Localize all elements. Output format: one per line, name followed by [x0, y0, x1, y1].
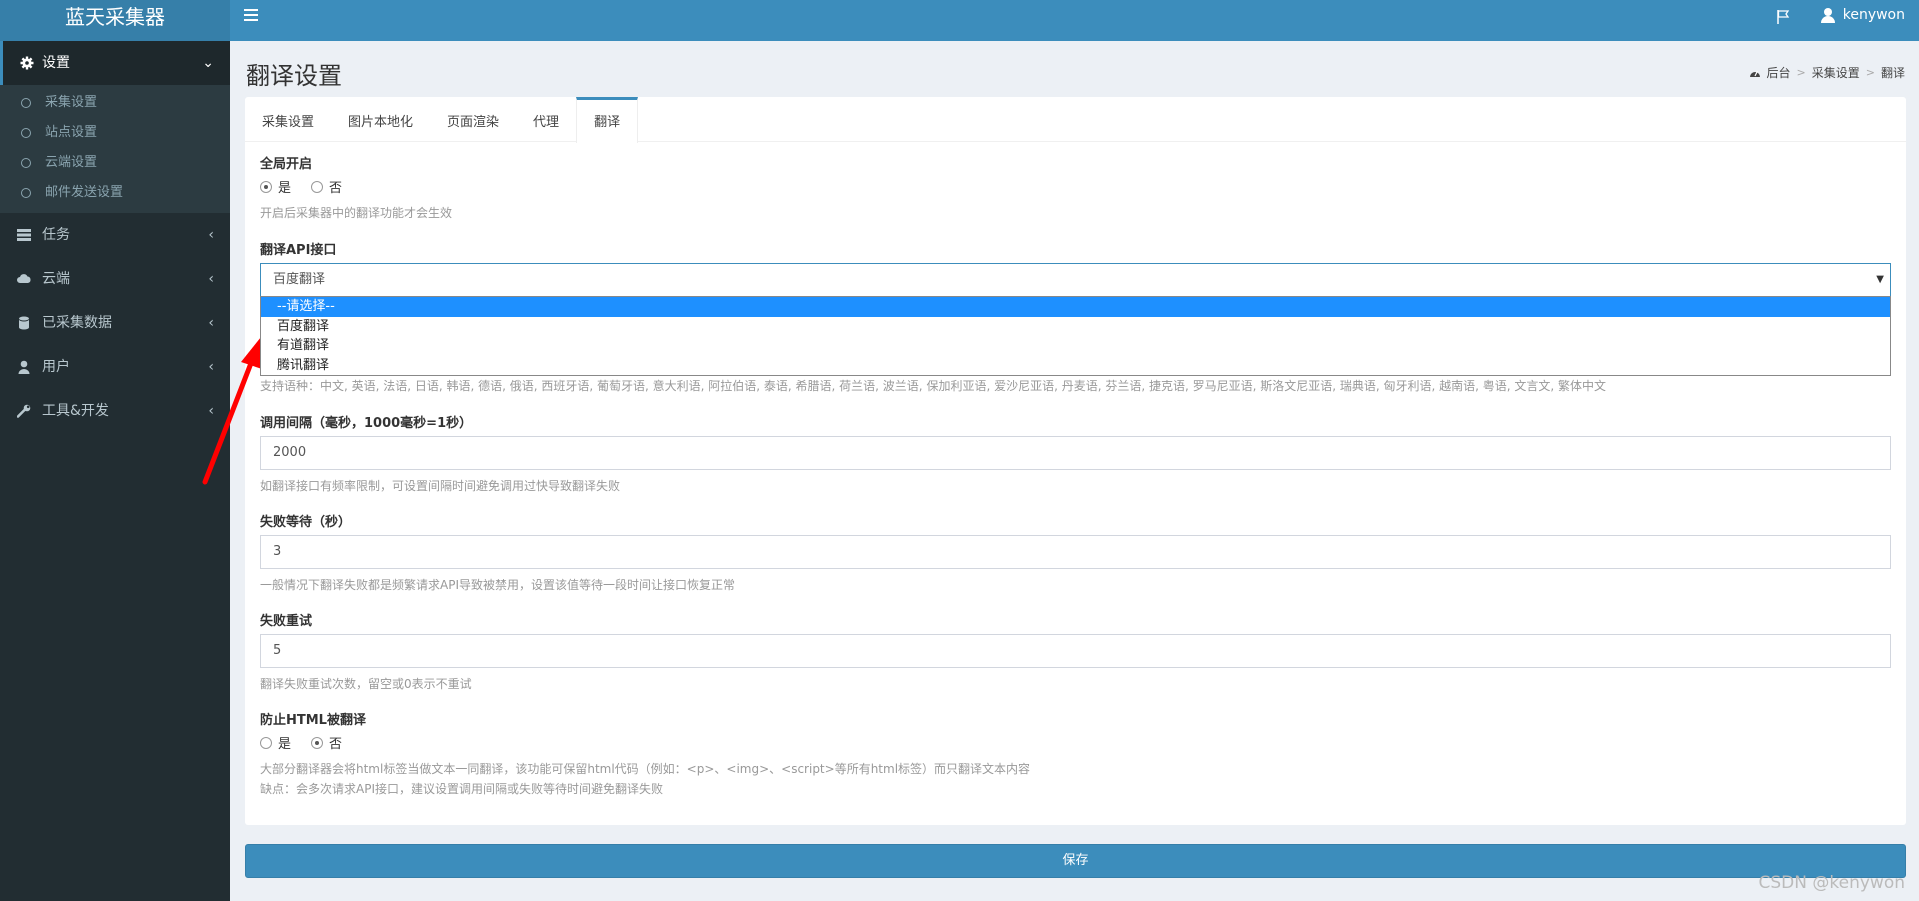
sidebar-item-label: 用户 — [42, 359, 70, 375]
html-protect-no-radio[interactable] — [311, 736, 324, 749]
fail-wait-input[interactable]: 3 — [260, 535, 1891, 569]
global-enable-label: 全局开启 — [260, 157, 313, 172]
flag-icon[interactable] — [1775, 9, 1791, 25]
retry-help: 翻译失败重试次数，留空或0表示不重试 — [260, 677, 472, 691]
breadcrumb-home[interactable]: 后台 — [1767, 64, 1791, 81]
tab-bar: 采集设置 图片本地化 页面渲染 代理 翻译 — [245, 97, 1906, 143]
dropdown-option[interactable]: 有道翻译 — [261, 336, 1890, 356]
database-icon — [19, 316, 29, 330]
radio-label: 否 — [329, 737, 343, 752]
watermark: CSDN @kenywon — [1758, 873, 1905, 893]
sidebar-item-label: 云端 — [42, 271, 70, 287]
languages-help: 支持语种：中文, 英语, 法语, 日语, 韩语, 德语, 俄语, 西班牙语, 葡… — [260, 379, 1606, 393]
breadcrumb: 后台 > 采集设置 > 翻译 — [1749, 64, 1905, 81]
top-navbar: kenywon — [230, 0, 1919, 41]
tab-proxy[interactable]: 代理 — [516, 97, 576, 142]
settings-panel: 采集设置 图片本地化 页面渲染 代理 翻译 全局开启 是 否 开启后采集器中的翻… — [245, 97, 1906, 825]
sidebar-item-tasks[interactable]: 任务 ‹ — [0, 213, 230, 257]
wrench-icon — [17, 404, 31, 418]
interval-help: 如翻译接口有频率限制，可设置间隔时间避免调用过快导致翻译失败 — [260, 479, 621, 493]
dashboard-icon — [1749, 70, 1760, 77]
user-menu[interactable]: kenywon — [1820, 7, 1905, 23]
dropdown-arrow-icon: ▼ — [1876, 274, 1884, 285]
circle-icon — [21, 98, 31, 108]
sidebar-item-settings[interactable]: 设置 ⌄ — [0, 41, 230, 85]
global-enable-no-radio[interactable] — [311, 180, 324, 193]
save-button[interactable]: 保存 — [245, 844, 1906, 878]
global-enable-yes-radio[interactable] — [260, 180, 272, 193]
submenu-item-collect-settings[interactable]: 采集设置 — [0, 88, 230, 118]
fail-wait-help: 一般情况下翻译失败都是频繁请求API导致被禁用，设置该值等待一段时间让接口恢复正… — [260, 578, 735, 592]
breadcrumb-collect-settings[interactable]: 采集设置 — [1812, 64, 1860, 81]
api-select-value: 百度翻译 — [273, 272, 326, 287]
api-select[interactable]: 百度翻译 ▼ — [260, 263, 1891, 297]
tasks-icon — [17, 229, 31, 241]
global-enable-radios: 是 否 — [260, 177, 356, 196]
circle-icon — [21, 158, 31, 168]
dropdown-option[interactable]: 百度翻译 — [261, 317, 1890, 337]
tab-collect-settings[interactable]: 采集设置 — [245, 97, 331, 142]
chevron-left-icon: ‹ — [208, 271, 214, 287]
settings-submenu: 采集设置 站点设置 云端设置 邮件发送设置 — [0, 85, 230, 213]
breadcrumb-current: 翻译 — [1880, 66, 1905, 80]
html-protect-drawback: 缺点：会多次请求API接口，建议设置调用间隔或失败等待时间避免翻译失败 — [260, 782, 663, 796]
interval-input[interactable]: 2000 — [260, 436, 1891, 470]
breadcrumb-separator: > — [1796, 66, 1806, 79]
submenu-item-cloud-settings[interactable]: 云端设置 — [0, 148, 230, 178]
menu-toggle-icon[interactable] — [244, 9, 258, 21]
cloud-icon — [17, 274, 31, 283]
tab-translate[interactable]: 翻译 — [576, 97, 639, 143]
dropdown-option[interactable]: 腾讯翻译 — [261, 356, 1890, 376]
breadcrumb-separator: > — [1865, 66, 1875, 79]
circle-icon — [21, 128, 31, 138]
user-icon — [1820, 7, 1835, 23]
html-protect-label: 防止HTML被翻译 — [260, 713, 366, 728]
interval-label: 调用间隔（毫秒，1000毫秒=1秒） — [260, 416, 473, 431]
fail-wait-label: 失败等待（秒） — [260, 515, 352, 530]
sidebar-item-label: 工具&开发 — [42, 403, 109, 419]
circle-icon — [21, 188, 31, 198]
dropdown-option[interactable]: --请选择-- — [261, 297, 1890, 317]
page-title: 翻译设置 — [246, 62, 342, 90]
sidebar-item-label: 设置 — [42, 55, 70, 71]
html-protect-help: 大部分翻译器会将html标签当做文本一同翻译，该功能可保留html代码（例如：<… — [260, 762, 1031, 776]
username: kenywon — [1842, 7, 1905, 23]
global-enable-help: 开启后采集器中的翻译功能才会生效 — [260, 206, 453, 220]
retry-label: 失败重试 — [260, 614, 313, 629]
api-dropdown-list: --请选择-- 百度翻译 有道翻译 腾讯翻译 — [260, 296, 1891, 376]
sidebar-item-cloud[interactable]: 云端 ‹ — [0, 257, 230, 301]
sidebar-item-label: 任务 — [42, 227, 70, 243]
tab-image-localization[interactable]: 图片本地化 — [331, 97, 430, 142]
html-protect-yes-radio[interactable] — [260, 736, 272, 749]
radio-label: 是 — [278, 737, 292, 752]
tab-page-render[interactable]: 页面渲染 — [430, 97, 516, 142]
submenu-item-site-settings[interactable]: 站点设置 — [0, 118, 230, 148]
gear-icon — [20, 56, 34, 70]
chevron-down-icon: ⌄ — [202, 55, 214, 71]
sidebar-item-label: 已采集数据 — [42, 315, 112, 331]
api-label: 翻译API接口 — [260, 243, 337, 258]
app-logo[interactable]: 蓝天采集器 — [0, 0, 230, 41]
submenu-item-email-settings[interactable]: 邮件发送设置 — [0, 178, 230, 208]
retry-input[interactable]: 5 — [260, 634, 1891, 668]
chevron-left-icon: ‹ — [208, 227, 214, 243]
user-icon — [18, 360, 30, 374]
radio-label: 是 — [278, 181, 292, 196]
html-protect-radios: 是 否 — [260, 733, 356, 752]
radio-label: 否 — [329, 181, 343, 196]
